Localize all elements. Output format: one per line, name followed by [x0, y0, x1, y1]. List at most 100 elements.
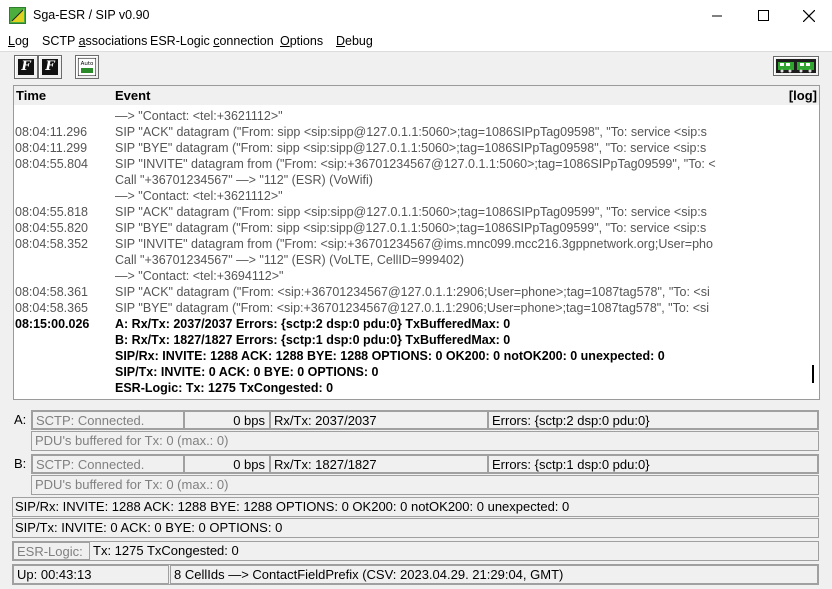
log-row-event: —> "Contact: <tel:+3621112>": [115, 189, 283, 203]
log-row[interactable]: 08:04:55.818 SIP "ACK" datagram ("From: s…: [14, 204, 806, 220]
log-row-time: 08:04:11.296: [15, 125, 88, 139]
assoc-a-rate: 0 bps: [184, 411, 270, 429]
log-row-event: SIP "INVITE" datagram from ("From: <sip:…: [115, 157, 716, 171]
sip-rx-row: SIP/Rx: INVITE: 1288 ACK: 1288 BYE: 1288…: [12, 497, 819, 517]
menu-debug[interactable]: Debug: [336, 34, 373, 48]
menu-options[interactable]: Options: [280, 34, 323, 48]
log-header: Time Event [log]: [13, 85, 820, 106]
assoc-b-rxtx: Rx/Tx: 1827/1827: [270, 455, 488, 473]
log-row[interactable]: SIP/Tx: INVITE: 0 ACK: 0 BYE: 0 OPTIONS:…: [14, 364, 806, 380]
svg-text:Auto: Auto: [81, 61, 94, 67]
log-col-time[interactable]: Time: [16, 88, 46, 103]
log-row-time: 08:04:55.818: [15, 205, 88, 219]
log-row[interactable]: Call "+36701234567" —> "112" (ESR) (VoLT…: [14, 252, 806, 268]
log-row-event: —> "Contact: <tel:+3621112>": [115, 109, 283, 123]
log-row-time: 08:04:11.299: [15, 141, 88, 155]
log-row-event: Call "+36701234567" —> "112" (ESR) (VoLT…: [115, 253, 465, 267]
assoc-b-rate: 0 bps: [184, 455, 270, 473]
log-row[interactable]: 08:04:58.365 SIP "BYE" datagram ("From: <…: [14, 300, 806, 316]
log-col-log[interactable]: [log]: [789, 88, 817, 103]
log-row[interactable]: 08:04:58.352 SIP "INVITE" datagram from (…: [14, 236, 806, 252]
assoc-a-buffered: PDU's buffered for Tx: 0 (max.: 0): [35, 433, 229, 448]
log-row-event: SIP "ACK" datagram ("From: sipp <sip:sip…: [115, 125, 707, 139]
log-row-event: B: Rx/Tx: 1827/1827 Errors: {sctp:1 dsp:…: [115, 333, 511, 347]
log-row-event: SIP "ACK" datagram ("From: <sip:+3670123…: [115, 285, 710, 299]
log-row[interactable]: 08:04:11.296 SIP "ACK" datagram ("From: s…: [14, 124, 806, 140]
log-row-time: 08:04:58.365: [15, 301, 88, 315]
log-row[interactable]: 08:04:11.299 SIP "BYE" datagram ("From: s…: [14, 140, 806, 156]
title-bar: Sga-ESR / SIP v0.90: [0, 0, 832, 32]
log-row-event: —> "Contact: <tel:+3694112>": [115, 269, 284, 283]
assoc-a-label: A:: [14, 412, 27, 427]
log-row-event: SIP "BYE" datagram ("From: <sip:+3670123…: [115, 301, 710, 315]
sip-tx-stats: SIP/Tx: INVITE: 0 ACK: 0 BYE: 0 OPTIONS:…: [15, 520, 283, 535]
log-row-event: SIP/Tx: INVITE: 0 ACK: 0 BYE: 0 OPTIONS:…: [115, 365, 379, 379]
maximize-button[interactable]: [740, 0, 786, 31]
log-row[interactable]: ESR-Logic: Tx: 1275 TxCongested: 0: [14, 380, 806, 396]
log-row[interactable]: Call "+36701234567" —> "112" (ESR) (VoWi…: [14, 172, 806, 188]
toolbar-auto-button[interactable]: Auto: [75, 55, 99, 79]
train-icon: [776, 59, 816, 73]
assoc-a-row: SCTP: Connected. 0 bps Rx/Tx: 2037/2037 …: [31, 410, 819, 430]
f-icon: F: [18, 59, 34, 75]
assoc-b-buffer-row: PDU's buffered for Tx: 0 (max.: 0): [31, 475, 819, 495]
toolbar: F F Auto: [0, 52, 832, 84]
log-row[interactable]: SIP/Rx: INVITE: 1288 ACK: 1288 BYE: 1288…: [14, 348, 806, 364]
esr-logic-stats: Tx: 1275 TxCongested: 0: [93, 543, 239, 558]
esr-logic-row: ESR-Logic: Tx: 1275 TxCongested: 0: [12, 541, 819, 561]
assoc-b-buffered: PDU's buffered for Tx: 0 (max.: 0): [35, 477, 229, 492]
toolbar-f-button-2[interactable]: F: [38, 55, 62, 79]
log-row-event: SIP "ACK" datagram ("From: sipp <sip:sip…: [115, 205, 707, 219]
assoc-b-state: SCTP: Connected.: [32, 455, 184, 473]
assoc-a-rxtx: Rx/Tx: 2037/2037: [270, 411, 488, 429]
assoc-b-errors: Errors: {sctp:1 dsp:0 pdu:0}: [488, 455, 818, 473]
esr-logic-label: ESR-Logic:: [13, 542, 90, 560]
menu-log[interactable]: Log: [8, 34, 29, 48]
menu-sctp-associations[interactable]: SCTP associations: [42, 34, 147, 48]
log-col-event[interactable]: Event: [115, 88, 150, 103]
app-icon: [9, 7, 26, 24]
log-row-time: 08:04:58.361: [15, 285, 88, 299]
close-button[interactable]: [786, 0, 832, 31]
log-row-event: SIP "INVITE" datagram from ("From: <sip:…: [115, 237, 713, 251]
log-row-event: ESR-Logic: Tx: 1275 TxCongested: 0: [115, 381, 334, 395]
minimize-button[interactable]: [694, 0, 740, 31]
log-row-event: SIP "BYE" datagram ("From: sipp <sip:sip…: [115, 221, 707, 235]
log-row-event: SIP/Rx: INVITE: 1288 ACK: 1288 BYE: 1288…: [115, 349, 665, 363]
maximize-icon: [757, 10, 769, 21]
status-bar: Up: 00:43:13 8 CellIds —> ContactFieldPr…: [12, 564, 819, 585]
connection-status-button[interactable]: [773, 56, 819, 76]
log-row[interactable]: —> "Contact: <tel:+3621112>": [14, 108, 806, 124]
log-row[interactable]: 08:04:58.361 SIP "ACK" datagram ("From: <…: [14, 284, 806, 300]
log-row[interactable]: 08:04:55.820 SIP "BYE" datagram ("From: s…: [14, 220, 806, 236]
log-row-time: 08:04:55.804: [15, 157, 88, 171]
minimize-icon: [711, 15, 722, 17]
sip-tx-row: SIP/Tx: INVITE: 0 ACK: 0 BYE: 0 OPTIONS:…: [12, 518, 819, 538]
log-row-event: SIP "BYE" datagram ("From: sipp <sip:sip…: [115, 141, 707, 155]
f-icon: F: [42, 59, 58, 75]
status-cellids: 8 CellIds —> ContactFieldPrefix (CSV: 20…: [170, 565, 818, 584]
log-row[interactable]: —> "Contact: <tel:+3621112>": [14, 188, 806, 204]
assoc-a-state: SCTP: Connected.: [32, 411, 184, 429]
log-row[interactable]: B: Rx/Tx: 1827/1827 Errors: {sctp:1 dsp:…: [14, 332, 806, 348]
menu-esr-logic-connection[interactable]: ESR-Logic connection: [150, 34, 274, 48]
log-row-event: Call "+36701234567" —> "112" (ESR) (VoWi…: [115, 173, 373, 187]
log-row-time: 08:04:58.352: [15, 237, 88, 251]
close-icon: [803, 9, 815, 22]
status-uptime: Up: 00:43:13: [13, 565, 169, 584]
assoc-b-label: B:: [14, 456, 27, 471]
log-scrollbar-thumb[interactable]: [812, 365, 814, 383]
log-row[interactable]: 08:15:00.026 A: Rx/Tx: 2037/2037 Errors: …: [14, 316, 806, 332]
toolbar-f-button-1[interactable]: F: [14, 55, 38, 79]
event-log[interactable]: ESR-Logic: Tx: 1275 TxCongested: 0 SIP/Tx…: [13, 105, 820, 400]
log-row[interactable]: —> "Contact: <tel:+3694112>": [14, 268, 806, 284]
log-row[interactable]: 08:04:55.804 SIP "INVITE" datagram from (…: [14, 156, 806, 172]
sip-rx-stats: SIP/Rx: INVITE: 1288 ACK: 1288 BYE: 1288…: [15, 499, 570, 514]
log-row-event: A: Rx/Tx: 2037/2037 Errors: {sctp:2 dsp:…: [115, 317, 511, 331]
window-title: Sga-ESR / SIP v0.90: [33, 8, 150, 22]
log-row-time: 08:15:00.026: [15, 317, 90, 331]
auto-icon: Auto: [78, 58, 96, 76]
log-row-time: 08:04:55.820: [15, 221, 88, 235]
log-scrollbar[interactable]: [807, 105, 819, 399]
assoc-b-row: SCTP: Connected. 0 bps Rx/Tx: 1827/1827 …: [31, 454, 819, 474]
